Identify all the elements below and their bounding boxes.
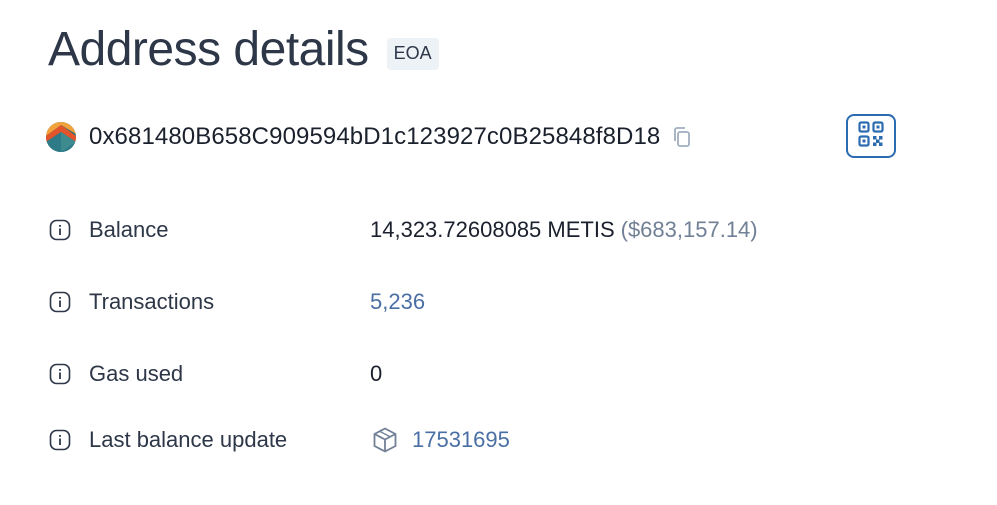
address-hash[interactable]: 0x681480B658C909594bD1c123927c0B25848f8D… (89, 123, 660, 151)
address-details-page: Address details EOA 0x681480B658C909594b… (0, 0, 997, 505)
page-title: Address details (48, 23, 369, 76)
block-icon (370, 425, 400, 455)
gas-used-label: Gas used (89, 361, 184, 386)
balance-label: Balance (89, 217, 169, 242)
transactions-row: Transactions 5,236 (48, 282, 948, 322)
gas-used-value: 0 (370, 361, 383, 386)
page-header: Address details EOA (48, 26, 439, 74)
info-icon[interactable] (48, 428, 72, 452)
identicon-avatar (46, 122, 76, 152)
balance-row: Balance 14,323.72608085 METIS ($683,157.… (48, 210, 948, 250)
address-row: 0x681480B658C909594bD1c123927c0B25848f8D… (46, 114, 694, 160)
transactions-label: Transactions (89, 289, 215, 314)
address-type-tag: EOA (386, 38, 439, 70)
balance-amount: 14,323.72608085 METIS (370, 217, 615, 242)
info-icon[interactable] (48, 362, 72, 386)
copy-icon[interactable] (670, 125, 694, 149)
info-icon[interactable] (48, 290, 72, 314)
balance-value: 14,323.72608085 METIS ($683,157.14) (370, 217, 758, 243)
balance-usd: ($683,157.14) (620, 217, 758, 242)
gas-used-row: Gas used 0 (48, 354, 948, 394)
block-number-link[interactable]: 17531695 (412, 427, 510, 453)
qr-code-icon (858, 120, 884, 152)
info-icon[interactable] (48, 218, 72, 242)
last-balance-update-value: 17531695 (370, 425, 510, 455)
last-balance-update-row: Last balance update 17531695 (48, 420, 948, 460)
transactions-link[interactable]: 5,236 (370, 289, 425, 315)
last-balance-update-label: Last balance update (89, 427, 288, 452)
qr-code-button[interactable] (846, 114, 896, 158)
